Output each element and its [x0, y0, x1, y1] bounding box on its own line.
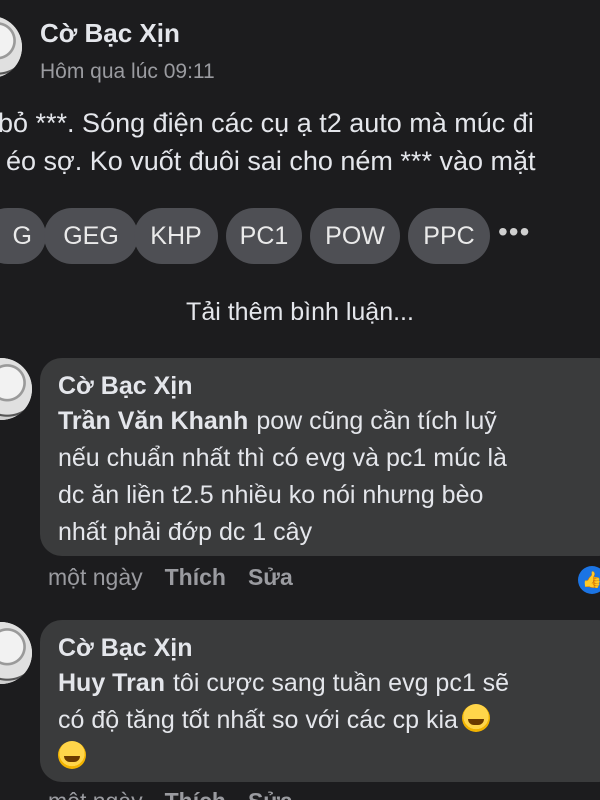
- comment-text-line: có độ tăng tốt nhất so với các cp kia: [58, 702, 600, 739]
- edit-button[interactable]: Sửa: [248, 788, 293, 800]
- comment-time[interactable]: một ngày: [48, 788, 143, 800]
- comment-text-line: [58, 739, 600, 776]
- comment-text: pow cũng cần tích luỹ: [256, 407, 497, 435]
- tag-chip[interactable]: GEG: [44, 208, 138, 264]
- more-tags-icon[interactable]: •••: [498, 216, 530, 248]
- tag-chip[interactable]: G: [0, 208, 46, 264]
- comment-text: tôi cược sang tuần evg pc1 sẽ: [172, 669, 510, 697]
- post-author-name[interactable]: Cờ Bạc Xịn: [40, 18, 180, 49]
- comment-actions: một ngày Thích Sửa: [48, 788, 293, 800]
- post-header: Cờ Bạc Xịn Hôm qua lúc 09:11: [0, 8, 600, 88]
- comment-mention[interactable]: Trần Văn Khanh: [58, 407, 248, 435]
- comment-avatar[interactable]: [0, 358, 32, 420]
- like-button[interactable]: Thích: [165, 788, 226, 800]
- comment-bubble[interactable]: Cờ Bạc Xịn Trần Văn Khanh pow cũng cần tí…: [40, 358, 600, 556]
- comment-text-line: Huy Tran tôi cược sang tuần evg pc1 sẽ: [58, 665, 600, 702]
- rolling-on-floor-laughing-icon: [461, 704, 490, 732]
- edit-button[interactable]: Sửa: [248, 564, 293, 590]
- post-text-line: éo sợ. Ko vuốt đuôi sai cho ném *** vào …: [6, 146, 536, 176]
- stock-tags: G GEG KHP PC1 POW PPC •••: [0, 208, 600, 264]
- rolling-on-floor-laughing-icon: [58, 741, 86, 769]
- comment-bubble[interactable]: Cờ Bạc Xịn Huy Tran tôi cược sang tuần ev…: [40, 620, 600, 782]
- comment-text-line: dc ăn liền t2.5 nhiều ko nói nhưng bèo: [58, 481, 484, 509]
- tag-chip[interactable]: PC1: [226, 208, 302, 264]
- comment-time[interactable]: một ngày: [48, 564, 143, 590]
- thumbs-up-icon[interactable]: 👍: [578, 566, 600, 594]
- comment-text-line: nhất phải đớp dc 1 cây: [58, 518, 313, 546]
- comment-author[interactable]: Cờ Bạc Xịn: [58, 372, 600, 401]
- tag-chip[interactable]: KHP: [134, 208, 218, 264]
- comment-text: có độ tăng tốt nhất so với các cp kia: [58, 706, 458, 734]
- post-author-avatar[interactable]: [0, 16, 22, 78]
- page: Cờ Bạc Xịn Hôm qua lúc 09:11 bỏ ***. Són…: [0, 0, 600, 800]
- post-text-line: bỏ ***. Sóng điện các cụ ạ t2 auto mà mú…: [0, 108, 534, 138]
- load-more-comments-link[interactable]: Tải thêm bình luận...: [0, 298, 600, 327]
- post-timestamp[interactable]: Hôm qua lúc 09:11: [40, 60, 215, 84]
- comment-avatar[interactable]: [0, 622, 32, 684]
- post-body: bỏ ***. Sóng điện các cụ ạ t2 auto mà mú…: [0, 104, 600, 180]
- like-button[interactable]: Thích: [165, 564, 226, 590]
- comment-actions: một ngày Thích Sửa: [48, 564, 293, 591]
- comment-text-line: Trần Văn Khanh pow cũng cần tích luỹ: [58, 403, 600, 440]
- tag-chip[interactable]: POW: [310, 208, 400, 264]
- comment-author[interactable]: Cờ Bạc Xịn: [58, 634, 600, 663]
- tag-chip[interactable]: PPC: [408, 208, 490, 264]
- comment-text-line: nếu chuẩn nhất thì có evg và pc1 múc là: [58, 444, 507, 472]
- comment-mention[interactable]: Huy Tran: [58, 669, 165, 697]
